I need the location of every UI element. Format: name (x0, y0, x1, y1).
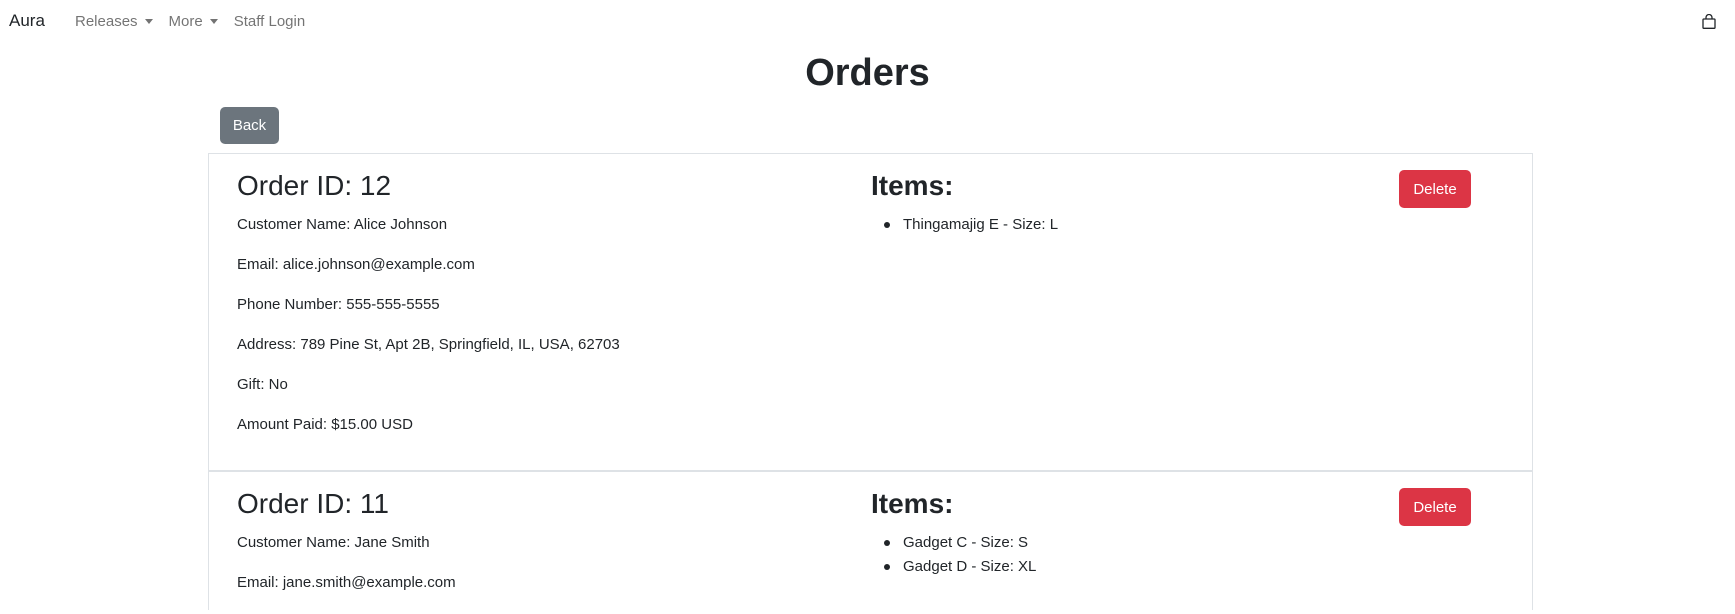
list-item: Thingamajig E - Size: L (871, 216, 1058, 240)
address: Address: 789 Pine St, Apt 2B, Springfiel… (237, 336, 620, 353)
nav-releases-dropdown[interactable]: Releases (75, 13, 153, 30)
chevron-down-icon (209, 19, 218, 24)
nav-staff-login-link[interactable]: Staff Login (234, 13, 305, 30)
nav-more-label: More (168, 13, 203, 30)
brand-logo[interactable]: Aura (9, 11, 45, 31)
order-card: Order ID: 11 Customer Name: Jane Smith E… (208, 470, 1533, 610)
items-heading: Items: (871, 170, 954, 201)
items-list: Thingamajig E - Size: L (871, 216, 1058, 240)
customer-email: Email: jane.smith@example.com (237, 574, 456, 591)
customer-name: Customer Name: Alice Johnson (237, 216, 448, 233)
chevron-down-icon (144, 19, 153, 24)
nav-more-dropdown[interactable]: More (169, 13, 218, 30)
items-heading: Items: (871, 488, 954, 519)
list-item: Gadget C - Size: S (871, 534, 1036, 558)
navbar: Aura Releases More Staff Login (0, 0, 1735, 42)
nav-links: Releases More Staff Login (75, 13, 321, 30)
customer-name: Customer Name: Jane Smith (237, 534, 430, 551)
back-button[interactable]: Back (220, 107, 279, 144)
order-id: Order ID: 12 (237, 170, 392, 201)
phone-number: Phone Number: 555-555-5555 (237, 296, 440, 313)
order-card: Order ID: 12 Customer Name: Alice Johnso… (208, 153, 1533, 470)
order-id: Order ID: 11 (237, 488, 389, 519)
order-details: Customer Name: Jane Smith Email: jane.sm… (237, 534, 456, 614)
amount-paid: Amount Paid: $15.00 USD (237, 416, 413, 433)
items-list: Gadget C - Size: S Gadget D - Size: XL (871, 534, 1036, 582)
list-item: Gadget D - Size: XL (871, 558, 1036, 582)
order-details: Customer Name: Alice Johnson Email: alic… (237, 216, 620, 456)
customer-email: Email: alice.johnson@example.com (237, 256, 475, 273)
gift-status: Gift: No (237, 376, 288, 393)
delete-order-button[interactable]: Delete (1399, 488, 1471, 526)
nav-releases-label: Releases (75, 13, 138, 30)
shopping-bag-icon[interactable] (1702, 13, 1716, 29)
page-title: Orders (805, 52, 930, 94)
orders-list: Order ID: 12 Customer Name: Alice Johnso… (208, 153, 1533, 610)
delete-order-button[interactable]: Delete (1399, 170, 1471, 208)
